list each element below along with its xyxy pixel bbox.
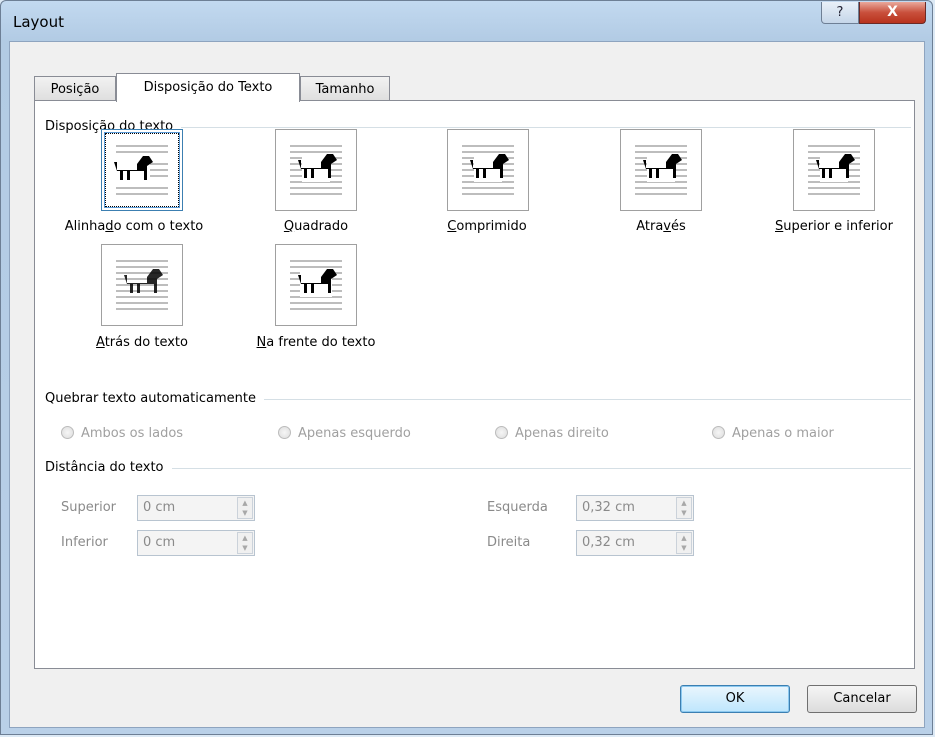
wrap-option-label[interactable]: Superior e inferior bbox=[755, 219, 913, 234]
cancel-button[interactable]: Cancelar bbox=[807, 685, 917, 713]
spin-down-icon[interactable]: ▼ bbox=[238, 543, 252, 553]
wrap-option-3[interactable] bbox=[447, 129, 529, 211]
wrap-option-label[interactable]: Alinhado com o texto bbox=[35, 219, 233, 234]
radio-right-only[interactable]: Apenas direito bbox=[495, 426, 609, 441]
title-bar: Layout ? X bbox=[1, 1, 932, 41]
spin-down-icon[interactable]: ▼ bbox=[677, 543, 691, 553]
auto-break-heading: Quebrar texto automaticamente bbox=[45, 391, 264, 406]
wrap-option-label[interactable]: Comprimido bbox=[417, 219, 557, 234]
top-bottom-wrap-icon bbox=[808, 145, 860, 195]
left-distance-label: Esquerda bbox=[487, 500, 548, 515]
wrap-option-label[interactable]: Na frente do texto bbox=[231, 335, 401, 350]
close-button[interactable]: X bbox=[859, 2, 926, 24]
radio-circle-icon bbox=[495, 426, 508, 439]
bottom-distance-spinner[interactable]: 0 cm ▲ ▼ bbox=[137, 530, 255, 556]
section-divider bbox=[45, 468, 911, 469]
spin-up-icon[interactable]: ▲ bbox=[238, 498, 252, 508]
tight-wrap-icon bbox=[462, 145, 514, 195]
wrap-option-label[interactable]: Atrás do texto bbox=[65, 335, 219, 350]
top-distance-spinner[interactable]: 0 cm ▲ ▼ bbox=[137, 495, 255, 521]
behind-text-icon bbox=[116, 260, 168, 310]
radio-circle-icon bbox=[712, 426, 725, 439]
radio-both-sides[interactable]: Ambos os lados bbox=[61, 426, 183, 441]
square-wrap-icon bbox=[290, 145, 342, 195]
spin-up-icon[interactable]: ▲ bbox=[238, 533, 252, 543]
tab-panel: Disposição do texto Alinhado com o texto… bbox=[34, 100, 915, 669]
help-button[interactable]: ? bbox=[821, 2, 859, 24]
radio-left-only[interactable]: Apenas esquerdo bbox=[278, 426, 411, 441]
dialog-title: Layout bbox=[13, 13, 64, 31]
bottom-distance-label: Inferior bbox=[61, 535, 108, 550]
right-distance-spinner[interactable]: 0,32 cm ▲ ▼ bbox=[576, 530, 694, 556]
layout-dialog: Layout ? X Posição Disposição do Texto T… bbox=[0, 0, 933, 735]
spin-up-icon[interactable]: ▲ bbox=[677, 498, 691, 508]
in-front-text-icon bbox=[290, 260, 342, 310]
tab-posicao[interactable]: Posição bbox=[34, 76, 116, 101]
radio-circle-icon bbox=[61, 426, 74, 439]
spin-down-icon[interactable]: ▼ bbox=[238, 508, 252, 518]
wrap-option-6[interactable] bbox=[101, 244, 183, 326]
wrap-option-label[interactable]: Através bbox=[595, 219, 727, 234]
spin-up-icon[interactable]: ▲ bbox=[677, 533, 691, 543]
tab-tamanho[interactable]: Tamanho bbox=[300, 76, 390, 101]
wrap-option-4[interactable] bbox=[620, 129, 702, 211]
wrap-option-2[interactable] bbox=[275, 129, 357, 211]
tab-disposicao-texto[interactable]: Disposição do Texto bbox=[116, 73, 300, 102]
distance-heading: Distância do texto bbox=[45, 460, 172, 475]
right-distance-label: Direita bbox=[487, 535, 531, 550]
wrap-option-5[interactable] bbox=[793, 129, 875, 211]
through-wrap-icon bbox=[635, 145, 687, 195]
ok-button[interactable]: OK bbox=[680, 685, 790, 713]
spin-down-icon[interactable]: ▼ bbox=[677, 508, 691, 518]
radio-circle-icon bbox=[278, 426, 291, 439]
radio-largest-only[interactable]: Apenas o maior bbox=[712, 426, 834, 441]
wrap-option-1[interactable] bbox=[101, 129, 183, 211]
left-distance-spinner[interactable]: 0,32 cm ▲ ▼ bbox=[576, 495, 694, 521]
wrap-option-7[interactable] bbox=[275, 244, 357, 326]
inline-with-text-icon bbox=[114, 145, 168, 195]
wrap-option-label[interactable]: Quadrado bbox=[255, 219, 377, 234]
top-distance-label: Superior bbox=[61, 500, 116, 515]
dialog-body: Posição Disposição do Texto Tamanho Disp… bbox=[9, 41, 925, 728]
